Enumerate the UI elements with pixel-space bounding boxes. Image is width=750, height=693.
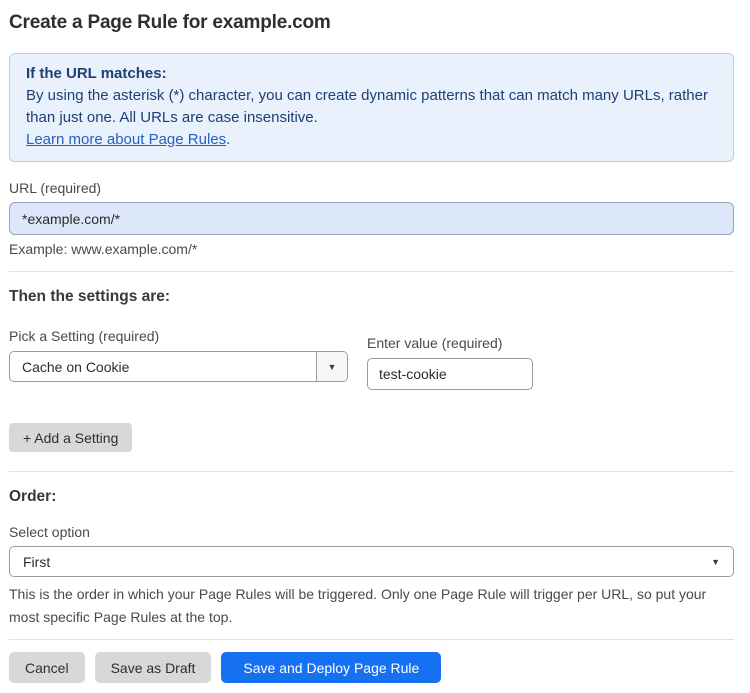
settings-section-heading: Then the settings are: bbox=[9, 288, 171, 305]
page-title: Create a Page Rule for example.com bbox=[9, 12, 331, 33]
footer-actions: Cancel Save as Draft Save and Deploy Pag… bbox=[9, 652, 734, 683]
settings-row: Pick a Setting (required) Cache on Cooki… bbox=[9, 328, 734, 390]
learn-more-link[interactable]: Learn more about Page Rules bbox=[26, 131, 226, 148]
dropdown-arrow-icon[interactable]: ▼ bbox=[316, 352, 347, 381]
info-box-link-row: Learn more about Page Rules. bbox=[26, 129, 717, 151]
divider bbox=[9, 271, 734, 272]
order-select[interactable]: First ▼ bbox=[9, 546, 734, 577]
order-helper-text: This is the order in which your Page Rul… bbox=[9, 586, 707, 625]
url-input[interactable] bbox=[9, 202, 734, 235]
enter-value-label: Enter value (required) bbox=[367, 335, 503, 351]
info-box-body: By using the asterisk (*) character, you… bbox=[26, 87, 708, 126]
add-setting-button[interactable]: + Add a Setting bbox=[9, 423, 133, 452]
save-deploy-button[interactable]: Save and Deploy Page Rule bbox=[221, 652, 442, 683]
pick-setting-label: Pick a Setting (required) bbox=[9, 328, 160, 344]
link-suffix-text: . bbox=[226, 131, 231, 148]
setting-column: Pick a Setting (required) Cache on Cooki… bbox=[9, 328, 348, 390]
chevron-down-icon: ▼ bbox=[711, 556, 720, 567]
setting-value-input[interactable] bbox=[367, 358, 533, 390]
setting-select-value: Cache on Cookie bbox=[22, 358, 130, 375]
order-section-heading: Order: bbox=[9, 488, 57, 505]
save-draft-button[interactable]: Save as Draft bbox=[94, 652, 212, 683]
url-helper-text: Example: www.example.com/* bbox=[9, 241, 198, 257]
order-select-value: First bbox=[23, 553, 51, 570]
create-page-rule-form: Create a Page Rule for example.com If th… bbox=[0, 0, 750, 683]
divider bbox=[9, 639, 734, 640]
order-select-label: Select option bbox=[9, 524, 90, 540]
divider bbox=[9, 471, 734, 472]
cancel-button[interactable]: Cancel bbox=[9, 652, 85, 683]
setting-select[interactable]: Cache on Cookie ▼ bbox=[9, 351, 348, 382]
info-box-heading: If the URL matches: bbox=[26, 65, 167, 82]
value-column: Enter value (required) bbox=[367, 328, 533, 390]
url-label: URL (required) bbox=[9, 180, 102, 196]
url-match-info-box: If the URL matches: By using the asteris… bbox=[9, 53, 734, 162]
